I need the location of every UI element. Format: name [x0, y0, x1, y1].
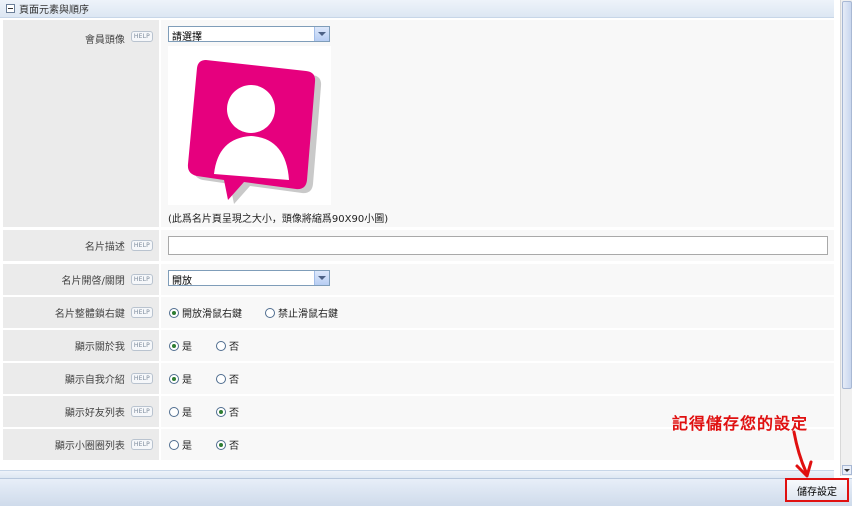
show-about-label: 顯示關於我 — [74, 342, 125, 353]
radio-label: 否 — [229, 375, 239, 386]
scroll-down-icon[interactable] — [842, 465, 852, 475]
scrollbar-thumb[interactable] — [842, 1, 852, 389]
avatar-placeholder-icon — [168, 46, 331, 205]
radio-button[interactable] — [216, 340, 226, 351]
chevron-down-icon[interactable] — [314, 27, 329, 41]
right-click-label-cell: 名片整體鎖右鍵 HELP — [3, 297, 159, 328]
vertical-scrollbar[interactable] — [840, 0, 852, 476]
show-about-label-cell: 顯示關於我 HELP — [3, 330, 159, 361]
radio-button[interactable] — [216, 373, 226, 384]
help-button[interactable]: HELP — [130, 240, 153, 251]
radio-button[interactable] — [169, 439, 179, 450]
radio-option[interactable]: 禁止滑鼠右鍵 — [265, 297, 338, 328]
next-section-header[interactable] — [0, 470, 834, 478]
radio-label: 否 — [229, 441, 239, 452]
radio-label: 否 — [229, 408, 239, 419]
show-friends-label: 顯示好友列表 — [64, 408, 125, 419]
collapse-icon[interactable] — [6, 4, 15, 13]
radio-option[interactable]: 否 — [216, 429, 239, 460]
radio-button-checked[interactable] — [216, 439, 226, 450]
help-button[interactable]: HELP — [130, 439, 153, 450]
visibility-label: 名片開啓/關閉 — [61, 276, 125, 287]
radio-label: 是 — [182, 375, 192, 386]
radio-label: 開放滑鼠右鍵 — [182, 309, 242, 320]
show-intro-label-cell: 顯示自我介紹 HELP — [3, 363, 159, 394]
visibility-label-cell: 名片開啓/關閉 HELP — [3, 264, 159, 295]
description-value-cell — [161, 230, 834, 261]
description-input[interactable] — [168, 236, 828, 255]
radio-label: 是 — [182, 342, 192, 353]
avatar-size-note: (此爲名片頁呈現之大小，頭像將縮爲90X90小圖) — [168, 214, 389, 225]
radio-option[interactable]: 是 — [169, 396, 192, 427]
radio-button[interactable] — [169, 406, 179, 417]
show-circles-label: 顯示小圈圈列表 — [54, 441, 125, 452]
right-click-label: 名片整體鎖右鍵 — [54, 309, 125, 320]
radio-option[interactable]: 是 — [169, 429, 192, 460]
save-button[interactable]: 儲存設定 — [785, 478, 849, 502]
help-button[interactable]: HELP — [130, 274, 153, 285]
radio-label: 是 — [182, 441, 192, 452]
avatar-preview — [168, 46, 331, 205]
description-label-cell: 名片描述 HELP — [3, 230, 159, 261]
show-about-row: 顯示關於我 HELP 是 否 — [0, 330, 834, 361]
avatar-select-value: 請選擇 — [172, 32, 202, 43]
show-friends-label-cell: 顯示好友列表 HELP — [3, 396, 159, 427]
radio-option[interactable]: 否 — [216, 396, 239, 427]
avatar-label-cell: 會員頭像 HELP — [3, 20, 159, 227]
right-click-row: 名片整體鎖右鍵 HELP 開放滑鼠右鍵 禁止滑鼠右鍵 — [0, 297, 834, 328]
avatar-label: 會員頭像 — [84, 35, 125, 46]
radio-button-checked[interactable] — [169, 373, 179, 384]
radio-button-checked[interactable] — [169, 340, 179, 351]
visibility-select-value: 開放 — [172, 276, 192, 287]
avatar-value-cell: 請選擇 (此爲名片頁呈現之大小，頭像將縮爲90X90小圖) — [161, 20, 834, 227]
show-intro-label: 顯示自我介紹 — [64, 375, 125, 386]
visibility-value-cell: 開放 — [161, 264, 834, 295]
help-button[interactable]: HELP — [130, 307, 153, 318]
right-click-value-cell: 開放滑鼠右鍵 禁止滑鼠右鍵 — [161, 297, 834, 328]
radio-label: 禁止滑鼠右鍵 — [278, 309, 338, 320]
avatar-row: 會員頭像 HELP 請選擇 (此爲名片頁呈現之大小，頭像將縮爲90X90小圖) — [0, 20, 834, 227]
visibility-row: 名片開啓/關閉 HELP 開放 — [0, 264, 834, 295]
description-row: 名片描述 HELP — [0, 230, 834, 261]
avatar-select[interactable]: 請選擇 — [168, 26, 330, 43]
chevron-down-icon[interactable] — [314, 271, 329, 285]
radio-button-checked[interactable] — [169, 307, 179, 318]
radio-option[interactable]: 是 — [169, 363, 192, 394]
radio-option[interactable]: 是 — [169, 330, 192, 361]
radio-option[interactable]: 開放滑鼠右鍵 — [169, 297, 242, 328]
arrow-down-icon — [792, 430, 813, 478]
help-button[interactable]: HELP — [130, 31, 153, 42]
radio-option[interactable]: 否 — [216, 363, 239, 394]
help-button[interactable]: HELP — [130, 340, 153, 351]
description-label: 名片描述 — [84, 242, 125, 253]
radio-label: 否 — [229, 342, 239, 353]
radio-option[interactable]: 否 — [216, 330, 239, 361]
show-intro-row: 顯示自我介紹 HELP 是 否 — [0, 363, 834, 394]
section-header[interactable]: 頁面元素與順序 — [0, 0, 834, 18]
footer-bar — [0, 478, 852, 506]
show-about-value-cell: 是 否 — [161, 330, 834, 361]
help-button[interactable]: HELP — [130, 406, 153, 417]
show-circles-label-cell: 顯示小圈圈列表 HELP — [3, 429, 159, 460]
section-title: 頁面元素與順序 — [19, 5, 89, 16]
radio-label: 是 — [182, 408, 192, 419]
radio-button-checked[interactable] — [216, 406, 226, 417]
help-button[interactable]: HELP — [130, 373, 153, 384]
show-intro-value-cell: 是 否 — [161, 363, 834, 394]
radio-button[interactable] — [265, 307, 275, 318]
visibility-select[interactable]: 開放 — [168, 270, 330, 287]
